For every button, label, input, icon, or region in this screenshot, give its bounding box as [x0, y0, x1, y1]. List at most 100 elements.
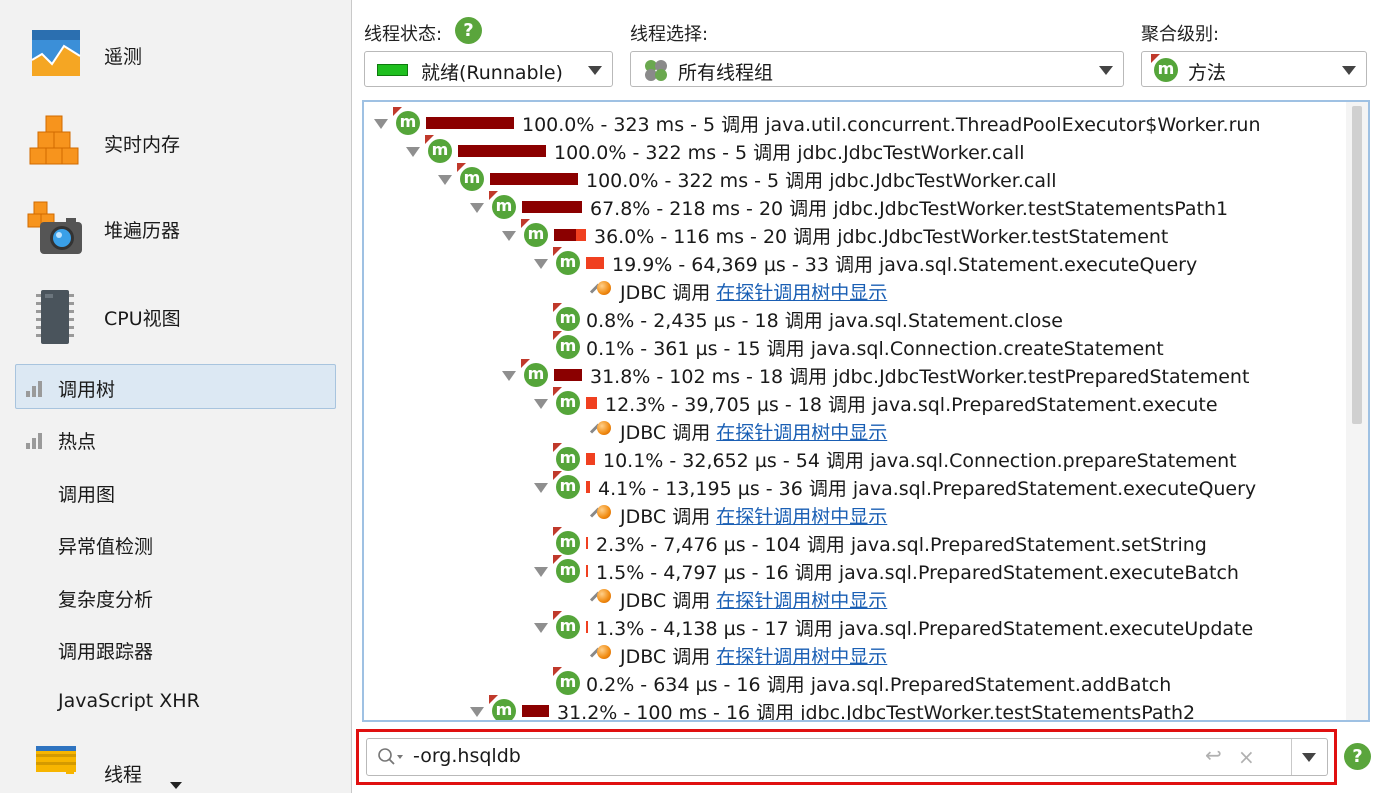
thread-select-dropdown[interactable]: 所有线程组 — [630, 51, 1124, 87]
live-memory-cubes-icon — [26, 114, 84, 172]
call-tree-row[interactable]: m 19.9% - 64,369 µs - 33 调用 java.sql.Stat… — [534, 249, 1197, 277]
expand-toggle-icon[interactable] — [534, 566, 548, 577]
call-tree-row-text: 12.3% - 39,705 µs - 18 调用 java.sql.Prepa… — [605, 393, 1218, 416]
sidebar-item-threads[interactable]: 线程 — [26, 740, 142, 793]
search-input[interactable]: -org.hsqldb ↩ × — [366, 738, 1328, 776]
thread-select-value: 所有线程组 — [678, 62, 774, 84]
sidebar-item-live-memory[interactable]: 实时内存 — [26, 114, 180, 172]
vertical-scrollbar[interactable] — [1346, 102, 1368, 720]
expand-toggle-icon[interactable] — [374, 118, 388, 129]
show-in-probe-tree-link[interactable]: 在探针调用树中显示 — [716, 586, 887, 613]
bar-segment — [586, 565, 588, 577]
method-icon: m — [556, 475, 580, 499]
sidebar-item-javascript-xhr[interactable]: JavaScript XHR — [58, 690, 200, 712]
method-icon: m — [428, 139, 452, 163]
call-tree-row[interactable]: m 100.0% - 322 ms - 5 调用 jdbc.JdbcTestWor… — [406, 137, 1025, 165]
probe-label: JDBC 调用 — [620, 281, 711, 304]
percentage-bar — [554, 369, 582, 381]
method-icon: m — [556, 671, 580, 695]
help-icon[interactable]: ? — [455, 17, 482, 44]
show-in-probe-tree-link[interactable]: 在探针调用树中显示 — [716, 502, 887, 529]
percentage-bar — [522, 201, 582, 213]
probe-row[interactable]: JDBC 调用 在探针调用树中显示 — [589, 501, 887, 529]
probe-row[interactable]: JDBC 调用 在探针调用树中显示 — [589, 585, 887, 613]
sidebar-item-telemetry[interactable]: 遥测 — [26, 26, 142, 84]
call-tree-row-text: 100.0% - 322 ms - 5 调用 jdbc.JdbcTestWork… — [554, 141, 1025, 164]
percentage-bar — [554, 229, 586, 241]
search-help-icon[interactable]: ? — [1344, 743, 1371, 770]
method-icon: m — [524, 363, 548, 387]
percentage-bar — [586, 481, 590, 493]
method-icon: m — [492, 195, 516, 219]
percentage-bar — [490, 173, 578, 185]
scrollbar-thumb[interactable] — [1352, 106, 1362, 424]
sidebar-item-cpu-views[interactable]: CPU视图 — [26, 288, 181, 346]
sidebar-item-hot-spots[interactable]: 热点 — [26, 427, 96, 454]
call-tree-row[interactable]: m 0.8% - 2,435 µs - 18 调用 java.sql.Statem… — [534, 305, 1063, 333]
expand-toggle-icon[interactable] — [502, 230, 516, 241]
method-icon: m — [396, 111, 420, 135]
call-tree-row[interactable]: m 1.3% - 4,138 µs - 17 调用 java.sql.Prepar… — [534, 613, 1253, 641]
call-tree-row[interactable]: m 36.0% - 116 ms - 20 调用 jdbc.JdbcTestWor… — [502, 221, 1168, 249]
sidebar-item-call-graph[interactable]: 调用图 — [58, 480, 115, 507]
expand-toggle-icon[interactable] — [470, 706, 484, 717]
expand-toggle-icon[interactable] — [438, 174, 452, 185]
sidebar-item-call-tracer[interactable]: 调用跟踪器 — [58, 637, 153, 664]
thread-state-dropdown[interactable]: 就绪(Runnable) — [364, 51, 613, 87]
call-tree-row[interactable]: m 31.8% - 102 ms - 18 调用 jdbc.JdbcTestWor… — [502, 361, 1249, 389]
call-tree-view[interactable]: m 100.0% - 323 ms - 5 调用 java.util.concur… — [362, 100, 1370, 722]
call-tree-row[interactable]: m 4.1% - 13,195 µs - 36 调用 java.sql.Prepa… — [534, 473, 1256, 501]
search-icon[interactable] — [377, 747, 403, 765]
sidebar-item-outlier-detection[interactable]: 异常值检测 — [58, 532, 153, 559]
bar-segment — [458, 145, 546, 157]
bar-segment — [586, 397, 597, 409]
sidebar-item-label: 实时内存 — [104, 133, 181, 156]
show-in-probe-tree-link[interactable]: 在探针调用树中显示 — [716, 418, 887, 445]
probe-row[interactable]: JDBC 调用 在探针调用树中显示 — [589, 417, 887, 445]
expand-toggle-icon[interactable] — [534, 258, 548, 269]
sidebar-item-call-tree-content[interactable]: 调用树 — [26, 375, 115, 402]
probe-row[interactable]: JDBC 调用 在探针调用树中显示 — [589, 277, 887, 305]
call-tree-row[interactable]: m 12.3% - 39,705 µs - 18 调用 java.sql.Prep… — [534, 389, 1218, 417]
expand-toggle-icon[interactable] — [406, 146, 420, 157]
show-in-probe-tree-link[interactable]: 在探针调用树中显示 — [716, 642, 887, 669]
wrap-search-icon[interactable]: ↩ — [1205, 743, 1222, 767]
method-icon: m — [556, 307, 580, 331]
clear-search-icon[interactable]: × — [1238, 745, 1255, 769]
expand-toggle-icon[interactable] — [534, 482, 548, 493]
expand-toggle-icon[interactable] — [534, 398, 548, 409]
bar-segment — [554, 229, 576, 241]
sidebar-item-heap-walker[interactable]: 堆遍历器 — [26, 200, 180, 258]
bar-segment — [586, 257, 604, 269]
chevron-down-icon — [588, 66, 602, 75]
aggregation-level-dropdown[interactable]: m 方法 — [1141, 51, 1367, 87]
call-tree-row[interactable]: m 100.0% - 322 ms - 5 调用 jdbc.JdbcTestWor… — [438, 165, 1057, 193]
call-tree-row[interactable]: m 1.5% - 4,797 µs - 16 调用 java.sql.Prepar… — [534, 557, 1239, 585]
call-tree-row[interactable]: m 67.8% - 218 ms - 20 调用 jdbc.JdbcTestWor… — [470, 193, 1228, 221]
expand-toggle-icon[interactable] — [502, 370, 516, 381]
method-icon: m — [1154, 58, 1178, 82]
sidebar-item-label: 遥测 — [104, 45, 143, 68]
probe-label: JDBC 调用 — [620, 645, 711, 668]
search-options-dropdown[interactable] — [1291, 739, 1327, 775]
method-icon: m — [460, 167, 484, 191]
more-caret-icon[interactable] — [170, 782, 182, 789]
call-tree-row[interactable]: m 0.2% - 634 µs - 16 调用 java.sql.Prepared… — [534, 669, 1171, 697]
call-tree-row[interactable]: m 10.1% - 32,652 µs - 54 调用 java.sql.Conn… — [534, 445, 1237, 473]
call-tree-row[interactable]: m 100.0% - 323 ms - 5 调用 java.util.concur… — [374, 109, 1261, 137]
call-tree-row[interactable]: m 0.1% - 361 µs - 15 调用 java.sql.Connecti… — [534, 333, 1164, 361]
call-tree-row[interactable]: m 2.3% - 7,476 µs - 104 调用 java.sql.Prepa… — [534, 529, 1207, 557]
call-tree-row-text: 19.9% - 64,369 µs - 33 调用 java.sql.State… — [612, 253, 1198, 276]
expand-toggle-icon[interactable] — [534, 622, 548, 633]
call-tree-row[interactable]: m 31.2% - 100 ms - 16 调用 jdbc.JdbcTestWor… — [470, 697, 1195, 720]
show-in-probe-tree-link[interactable]: 在探针调用树中显示 — [716, 278, 887, 305]
expand-toggle-icon[interactable] — [470, 202, 484, 213]
telemetry-chart-icon — [26, 26, 84, 84]
sidebar-item-complexity-analysis[interactable]: 复杂度分析 — [58, 585, 153, 612]
percentage-bar — [586, 565, 588, 577]
bar-chart-icon — [26, 432, 44, 449]
bar-segment — [490, 173, 578, 185]
method-icon: m — [492, 699, 516, 720]
probe-row[interactable]: JDBC 调用 在探针调用树中显示 — [589, 641, 887, 669]
probe-label: JDBC 调用 — [620, 505, 711, 528]
